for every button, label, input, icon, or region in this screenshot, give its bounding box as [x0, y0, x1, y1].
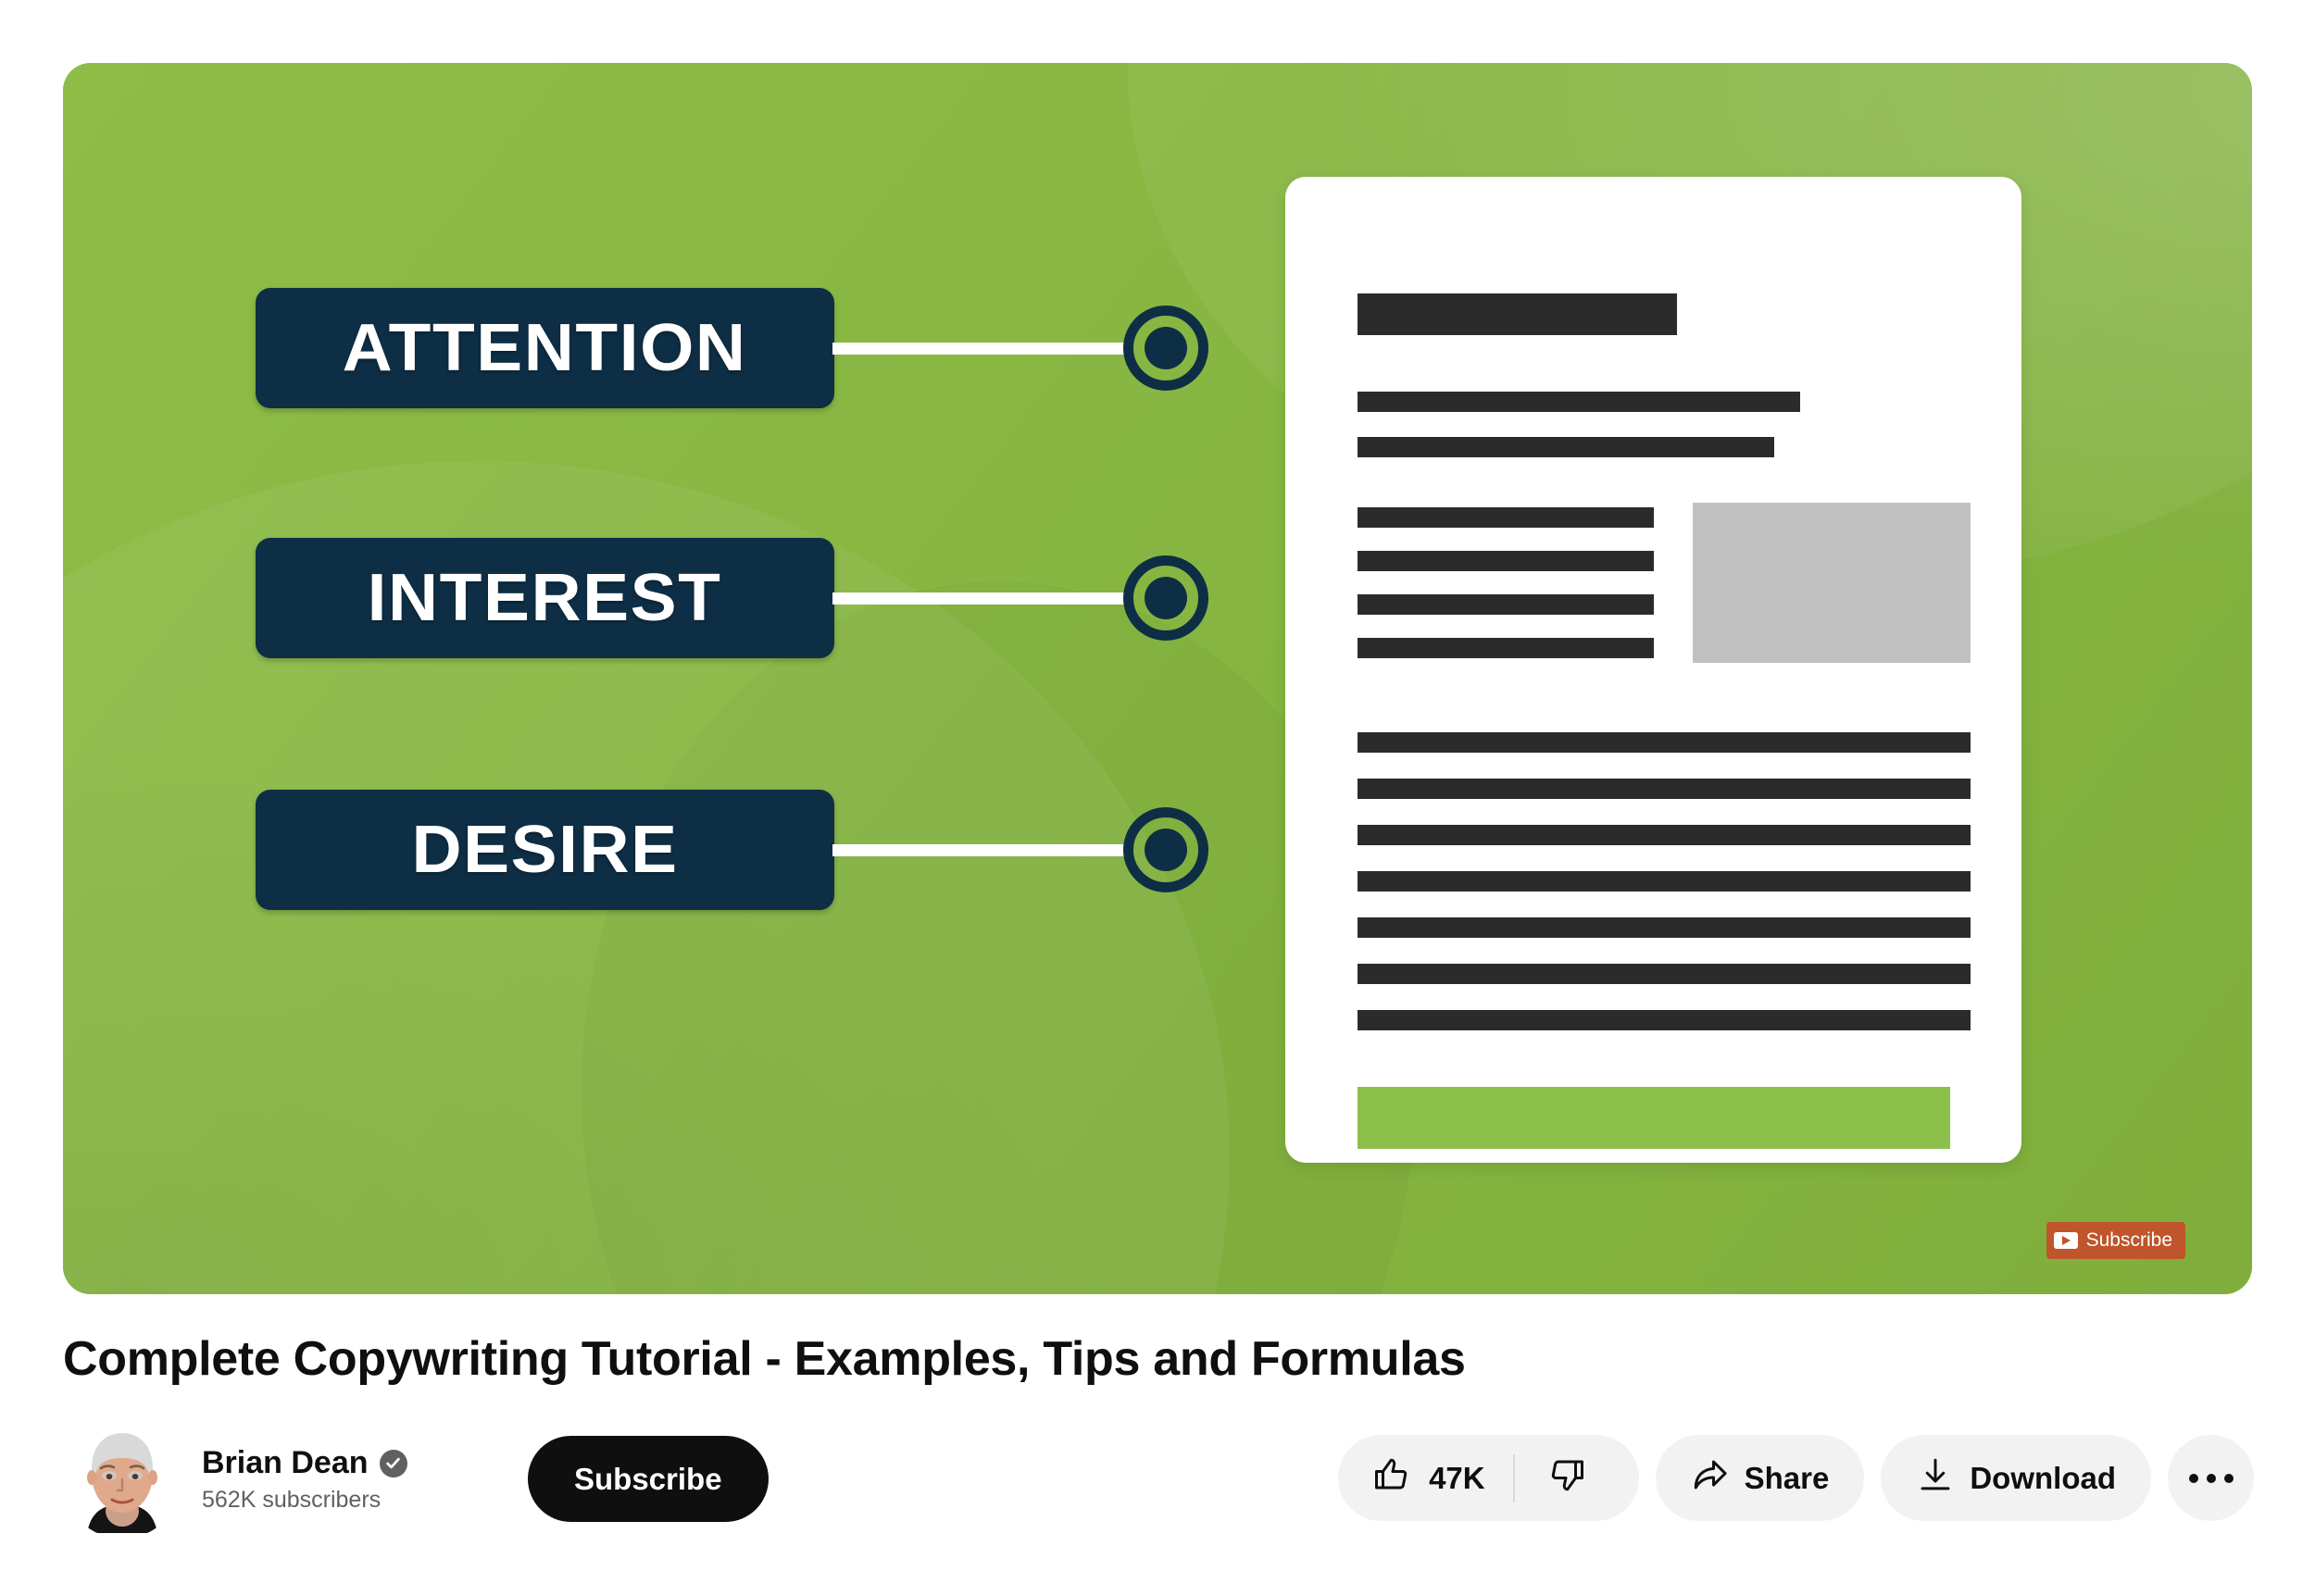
share-label: Share: [1744, 1460, 1830, 1495]
download-arrow-icon: [1916, 1455, 1955, 1502]
doc-subline-bar: [1358, 392, 1800, 412]
like-count: 47K: [1429, 1460, 1485, 1495]
doc-body-bar: [1358, 964, 1971, 984]
dislike-button[interactable]: [1515, 1435, 1639, 1521]
aida-pill: INTEREST: [256, 538, 834, 658]
share-arrow-icon: [1691, 1455, 1730, 1502]
doc-text-bar: [1358, 507, 1654, 528]
video-meta-row: Brian Dean 562K subscribers Subscribe 47…: [0, 1418, 2315, 1548]
channel-text-block: Brian Dean 562K subscribers: [202, 1445, 407, 1514]
aida-label-desire: DESIRE: [411, 813, 679, 887]
aida-label-interest: INTEREST: [368, 561, 722, 635]
document-illustration: [1285, 177, 2021, 1163]
video-player[interactable]: ATTENTION INTEREST DESIRE Subscribe: [63, 63, 2252, 1294]
aida-row-interest: INTEREST: [256, 538, 1208, 658]
doc-body-bar: [1358, 871, 1971, 892]
doc-body-bar: [1358, 1010, 1971, 1030]
channel-name[interactable]: Brian Dean: [202, 1445, 369, 1481]
doc-text-bar: [1358, 594, 1654, 615]
aida-pill: ATTENTION: [256, 288, 834, 408]
doc-body-bar: [1358, 917, 1971, 938]
like-dislike-group: 47K: [1338, 1435, 1639, 1521]
doc-image-placeholder: [1693, 503, 1971, 663]
download-label: Download: [1970, 1460, 2116, 1495]
doc-headline-bar: [1358, 293, 1677, 335]
thumbnail-subscribe-label: Subscribe: [2085, 1229, 2172, 1251]
aida-connector-line: [832, 843, 1129, 856]
more-horizontal-icon-dot: [2223, 1473, 2234, 1483]
youtube-play-icon: [2053, 1232, 2078, 1249]
thumbs-up-icon: [1373, 1455, 1412, 1502]
aida-connector-dot: [1123, 807, 1208, 892]
video-actions: 47K Share Download: [1338, 1435, 2254, 1521]
subscriber-count: 562K subscribers: [202, 1487, 382, 1513]
aida-row-desire: DESIRE: [256, 790, 1208, 910]
channel-avatar[interactable]: [63, 1420, 181, 1539]
aida-connector-dot: [1123, 305, 1208, 391]
more-horizontal-icon-dot: [2206, 1473, 2216, 1483]
share-button[interactable]: Share: [1655, 1435, 1865, 1521]
subscribe-button[interactable]: Subscribe: [528, 1436, 769, 1522]
video-title: Complete Copywriting Tutorial - Examples…: [63, 1332, 1466, 1386]
aida-row-attention: ATTENTION: [256, 288, 1208, 408]
doc-subline-bar: [1358, 437, 1774, 457]
aida-pill: DESIRE: [256, 790, 834, 910]
more-horizontal-icon-dot: [2188, 1473, 2198, 1483]
doc-text-bar: [1358, 638, 1654, 658]
doc-body-bar: [1358, 779, 1971, 799]
aida-connector-line: [832, 342, 1129, 355]
doc-body-bar: [1358, 825, 1971, 845]
thumbs-down-icon: [1546, 1455, 1585, 1502]
aida-connector-dot: [1123, 555, 1208, 641]
doc-body-bar: [1358, 732, 1971, 753]
aida-label-attention: ATTENTION: [343, 311, 747, 385]
like-button[interactable]: 47K: [1338, 1435, 1513, 1521]
thumbnail-subscribe-badge[interactable]: Subscribe: [2046, 1222, 2185, 1259]
doc-cta-bar: [1358, 1087, 1950, 1149]
download-button[interactable]: Download: [1881, 1435, 2151, 1521]
channel-name-line: Brian Dean: [202, 1445, 407, 1481]
channel-owner[interactable]: Brian Dean 562K subscribers: [63, 1418, 407, 1540]
doc-text-bar: [1358, 551, 1654, 571]
more-actions-button[interactable]: [2168, 1435, 2254, 1521]
aida-connector-line: [832, 592, 1129, 605]
verified-check-icon: [379, 1449, 407, 1478]
